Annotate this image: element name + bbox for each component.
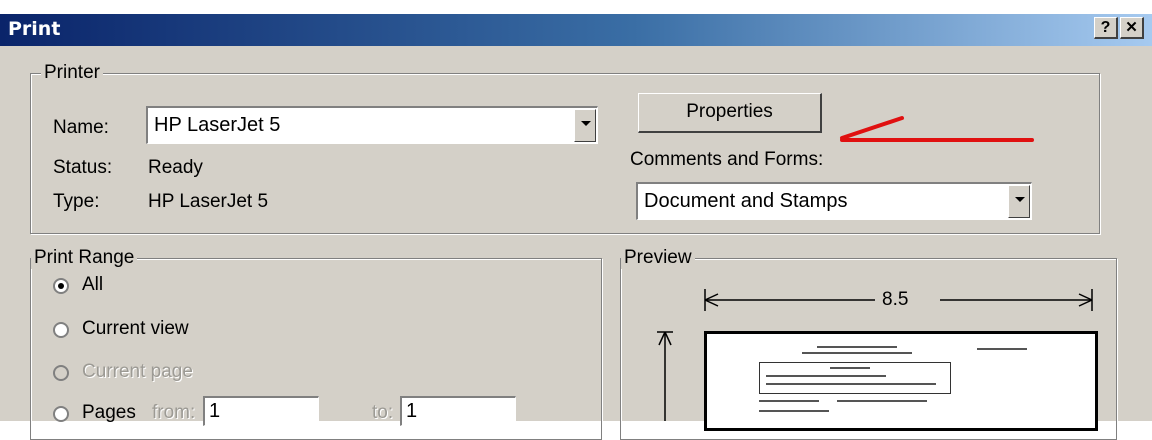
chevron-down-icon[interactable]: [1008, 185, 1030, 218]
pages-from-input[interactable]: 1: [203, 396, 319, 426]
radio-current-view-label[interactable]: Current view: [82, 318, 189, 340]
type-label: Type:: [53, 191, 100, 212]
printer-name-value: HP LaserJet 5: [154, 114, 281, 136]
preview-legend: Preview: [621, 247, 695, 269]
radio-current-page-label[interactable]: Current page: [82, 361, 193, 383]
radio-all-label[interactable]: All: [82, 274, 103, 296]
doc-line: [759, 410, 829, 412]
doc-line: [766, 375, 886, 377]
radio-all[interactable]: [53, 278, 69, 294]
preview-width-value: 8.5: [882, 289, 909, 310]
doc-line: [817, 346, 897, 348]
doc-line: [759, 400, 819, 402]
comments-forms-select[interactable]: Document and Stamps: [636, 182, 1032, 220]
doc-line: [766, 383, 936, 385]
doc-line: [830, 367, 870, 369]
radio-pages[interactable]: [53, 406, 69, 422]
comments-forms-value: Document and Stamps: [644, 190, 848, 212]
status-label: Status:: [53, 157, 113, 178]
title-bar[interactable]: Print ? ✕: [0, 14, 1152, 46]
chevron-down-icon[interactable]: [574, 109, 596, 142]
radio-current-page[interactable]: [53, 365, 69, 381]
height-dimension-line: [657, 331, 673, 421]
name-label: Name:: [53, 117, 109, 138]
preview-page: [704, 331, 1098, 431]
properties-button[interactable]: Properties: [638, 93, 822, 133]
print-range-legend: Print Range: [31, 247, 138, 269]
doc-line: [802, 352, 912, 354]
status-value: Ready: [148, 157, 203, 178]
doc-box: [759, 362, 951, 394]
top-background-strip: [0, 0, 1152, 14]
type-value: HP LaserJet 5: [148, 191, 269, 212]
window-title: Print: [8, 18, 61, 40]
comments-label: Comments and Forms:: [630, 149, 824, 170]
help-button[interactable]: ?: [1094, 17, 1118, 39]
printer-name-select[interactable]: HP LaserJet 5: [146, 106, 598, 144]
radio-current-view[interactable]: [53, 322, 69, 338]
doc-line: [977, 348, 1027, 350]
red-arrow-annotation: [840, 116, 1034, 142]
doc-line: [837, 400, 927, 402]
close-button[interactable]: ✕: [1120, 17, 1144, 39]
printer-legend: Printer: [41, 62, 103, 84]
pages-to-input[interactable]: 1: [400, 396, 516, 426]
